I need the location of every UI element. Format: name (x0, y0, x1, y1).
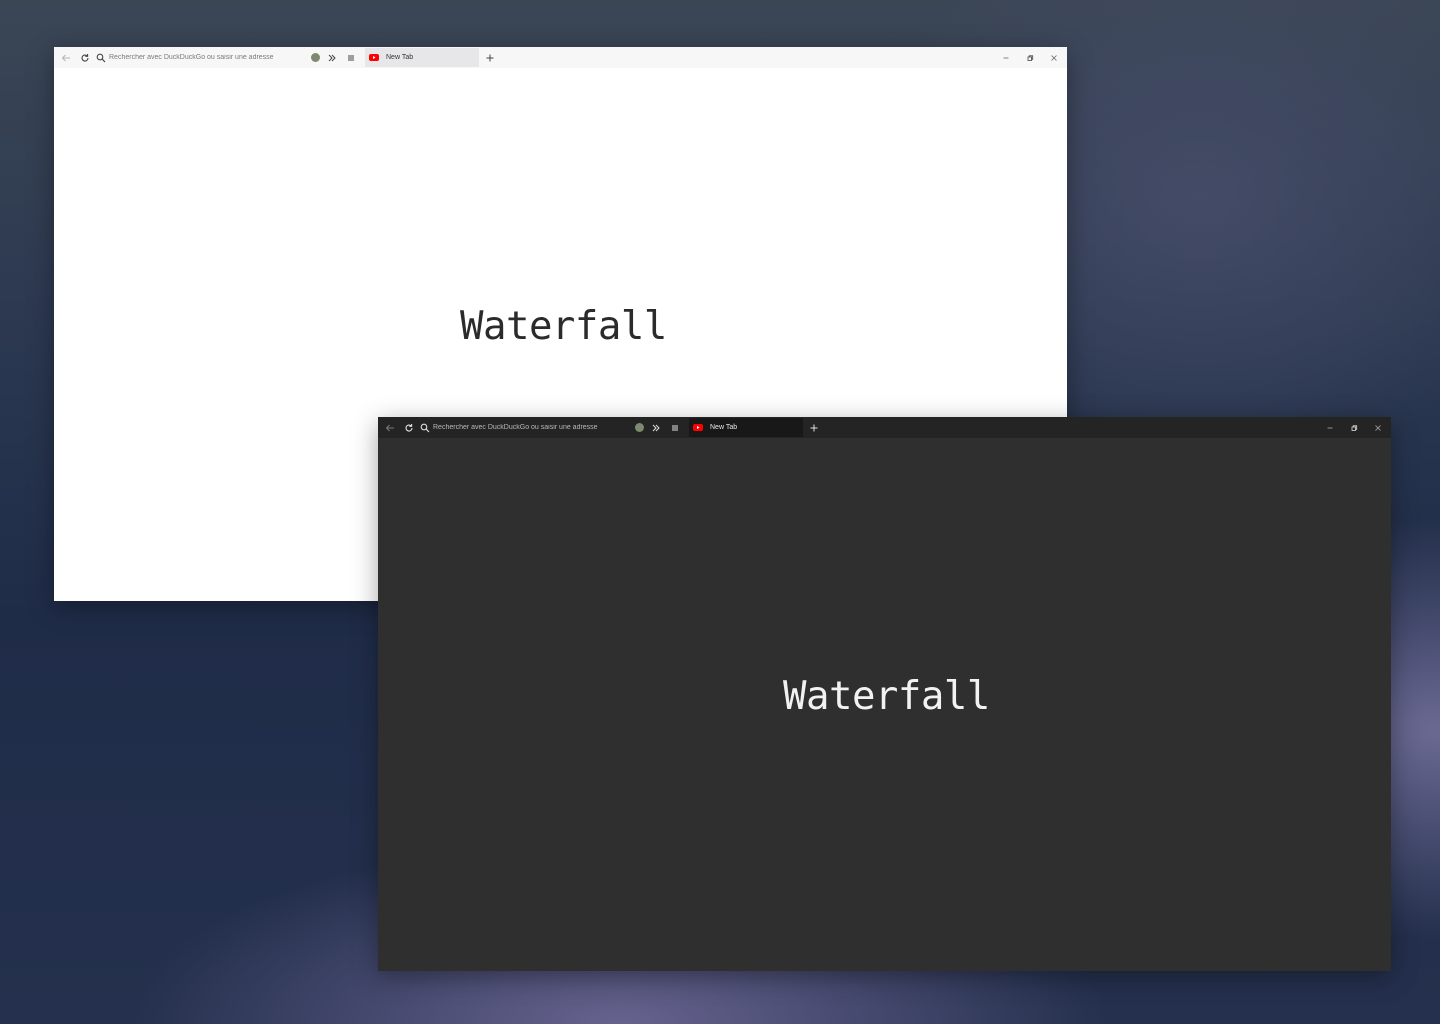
close-button[interactable] (1366, 420, 1390, 436)
restore-button[interactable] (1342, 420, 1366, 436)
new-tab-button[interactable] (482, 50, 498, 66)
browser-toolbar: New Tab (378, 417, 1391, 438)
url-input[interactable] (433, 424, 623, 431)
reload-icon (405, 423, 413, 432)
close-icon (1051, 54, 1057, 61)
menu-button[interactable] (343, 50, 359, 66)
search-icon (96, 53, 106, 62)
url-input[interactable] (109, 54, 299, 61)
close-icon (1375, 424, 1381, 431)
minimize-icon (1327, 427, 1333, 428)
extension-dot-icon (310, 53, 320, 62)
youtube-icon (369, 54, 379, 61)
url-bar[interactable] (96, 50, 304, 66)
new-tab-button[interactable] (806, 420, 822, 436)
restore-button[interactable] (1018, 50, 1042, 66)
tab-new-tab[interactable]: New Tab (689, 418, 803, 437)
browser-toolbar: New Tab (54, 47, 1067, 68)
overflow-button[interactable] (648, 420, 664, 436)
minimize-icon (1003, 57, 1009, 58)
search-icon (420, 423, 430, 432)
arrow-left-icon (385, 424, 394, 431)
chevrons-right-icon (328, 54, 336, 61)
extension-button[interactable] (630, 420, 646, 436)
plus-icon (486, 54, 494, 61)
reload-button[interactable] (401, 420, 417, 436)
page-heading: Waterfall (460, 304, 667, 349)
back-button[interactable] (58, 50, 74, 66)
back-button[interactable] (382, 420, 398, 436)
page-content: Waterfall (378, 438, 1391, 971)
overflow-button[interactable] (324, 50, 340, 66)
plus-icon (810, 424, 818, 431)
arrow-left-icon (61, 54, 70, 61)
tab-new-tab[interactable]: New Tab (365, 48, 479, 67)
url-bar[interactable] (420, 420, 628, 436)
hamburger-icon (348, 55, 354, 60)
restore-icon (1027, 54, 1034, 61)
reload-icon (81, 53, 89, 62)
page-heading: Waterfall (783, 674, 990, 719)
browser-window-dark: New Tab Waterfall (378, 417, 1391, 971)
extension-dot-icon (634, 423, 644, 432)
extension-button[interactable] (306, 50, 322, 66)
hamburger-icon (672, 425, 678, 430)
restore-icon (1351, 424, 1358, 431)
desktop: New Tab Waterfall (0, 0, 1440, 1024)
youtube-icon (693, 424, 703, 431)
chevrons-right-icon (652, 424, 660, 431)
minimize-button[interactable] (1318, 420, 1342, 436)
menu-button[interactable] (667, 420, 683, 436)
tab-title: New Tab (710, 424, 738, 431)
close-button[interactable] (1042, 50, 1066, 66)
reload-button[interactable] (77, 50, 93, 66)
tab-title: New Tab (386, 54, 414, 61)
minimize-button[interactable] (994, 50, 1018, 66)
